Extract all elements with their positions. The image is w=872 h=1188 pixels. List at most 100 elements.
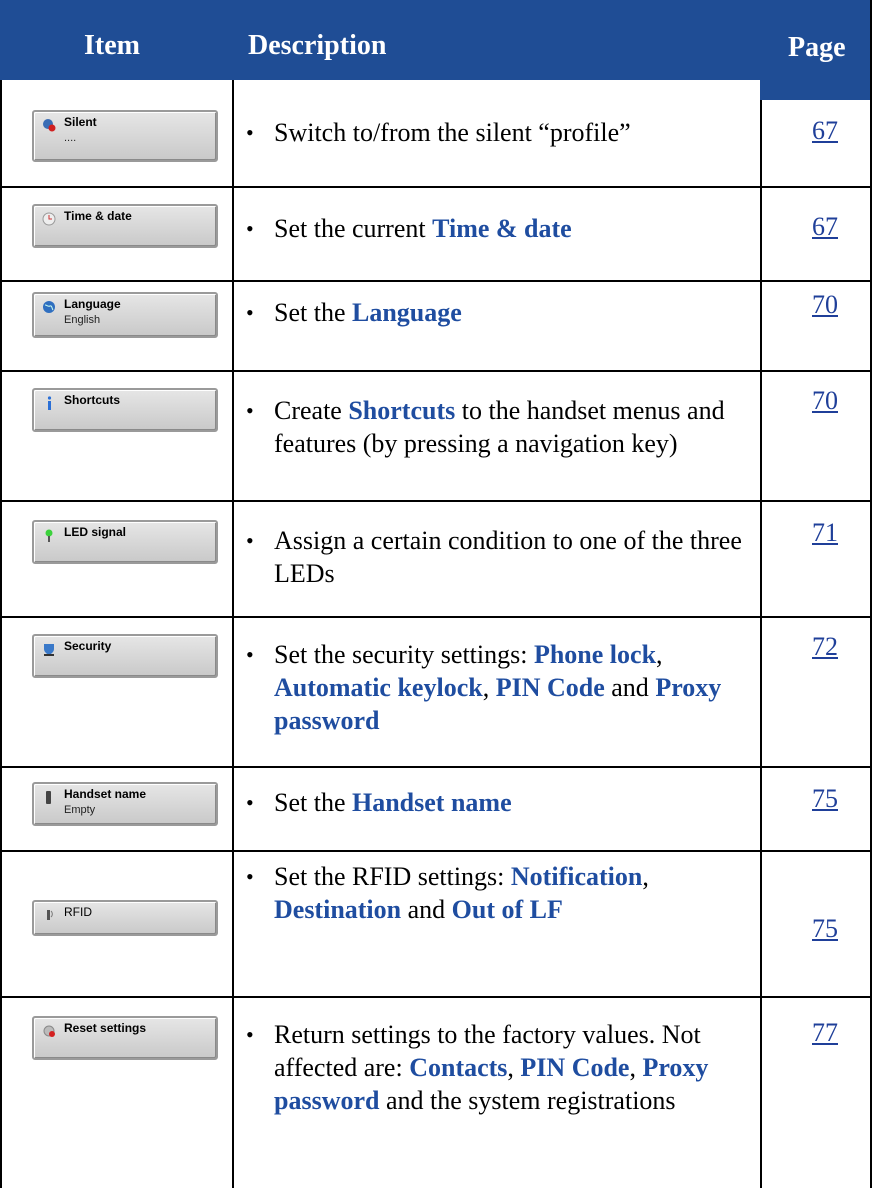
- description-text: Set the: [274, 788, 352, 817]
- description-text: ,: [482, 673, 496, 702]
- description-text: ,: [629, 1053, 643, 1082]
- description-text: Create: [274, 396, 349, 425]
- settings-table: Item Description Page: [0, 0, 872, 1188]
- globe-icon: [42, 300, 56, 314]
- thumbnail-subtitle: Empty: [64, 804, 96, 816]
- row-description: • Set the security settings: Phone lock, …: [246, 638, 752, 737]
- row-description: • Return settings to the factory values. …: [246, 1018, 752, 1117]
- menu-item-thumbnail: Silent....: [32, 110, 218, 162]
- description-text: ,: [507, 1053, 521, 1082]
- bullet-icon: •: [246, 216, 254, 241]
- highlighted-term: Contacts: [409, 1053, 508, 1082]
- highlighted-term: Handset name: [352, 788, 512, 817]
- bullet-icon: •: [246, 1022, 254, 1047]
- thumbnail-title: Reset settings: [64, 1021, 147, 1035]
- rfid-icon: [42, 908, 56, 922]
- col-divider-1: [232, 80, 234, 1188]
- description-text: Set the RFID settings:: [274, 862, 511, 891]
- bullet-icon: •: [246, 642, 254, 667]
- row-description: • Switch to/from the silent “profile”: [246, 116, 752, 149]
- row-description: • Set the RFID settings: Notification, De…: [246, 860, 752, 926]
- page-link[interactable]: 70: [795, 290, 855, 320]
- row-divider: [0, 996, 872, 998]
- clock-icon: [42, 212, 56, 226]
- bullet-icon: •: [246, 864, 254, 889]
- row-divider: [0, 186, 872, 188]
- description-text: and the system registrations: [379, 1086, 676, 1115]
- info-icon: [42, 396, 56, 410]
- menu-item-thumbnail: Security: [32, 634, 218, 678]
- col-divider-2: [760, 100, 762, 1188]
- header-page: Page: [788, 32, 846, 63]
- thumbnail-title: Language: [64, 297, 121, 311]
- row-description: • Create Shortcuts to the handset menus a…: [246, 394, 752, 460]
- header-description: Description: [248, 30, 387, 61]
- row-divider: [0, 280, 872, 282]
- highlighted-term: Notification: [510, 862, 643, 891]
- thumbnail-title: LED signal: [64, 525, 127, 539]
- highlighted-term: Out of LF: [451, 895, 563, 924]
- thumbnail-title: RFID: [64, 905, 92, 919]
- thumbnail-title: Security: [64, 639, 112, 653]
- table-header-page: Page: [760, 0, 872, 100]
- header-item: Item: [84, 30, 140, 61]
- row-description: • Set the Language: [246, 296, 752, 329]
- highlighted-term: Destination: [274, 895, 402, 924]
- description-text: ,: [656, 640, 663, 669]
- row-description: • Set the Handset name: [246, 786, 752, 819]
- bullet-icon: •: [246, 398, 254, 423]
- thumbnail-title: Time & date: [64, 209, 132, 223]
- thumbnail-subtitle: ....: [64, 132, 77, 144]
- highlighted-term: PIN Code: [520, 1053, 630, 1082]
- row-description: • Set the current Time & date: [246, 212, 752, 245]
- bullet-icon: •: [246, 528, 254, 553]
- menu-item-thumbnail: Reset settings: [32, 1016, 218, 1060]
- menu-item-thumbnail: Language English: [32, 292, 218, 338]
- page-link[interactable]: 75: [795, 784, 855, 814]
- highlighted-term: Automatic keylock: [274, 673, 483, 702]
- menu-item-thumbnail: Time & date: [32, 204, 218, 248]
- description-text: Set the current: [274, 214, 433, 243]
- page-link[interactable]: 72: [795, 632, 855, 662]
- description-text: Set the: [274, 298, 352, 327]
- description-text: and: [401, 895, 452, 924]
- row-description: • Assign a certain condition to one of th…: [246, 524, 752, 590]
- thumbnail-title: Handset name: [64, 787, 147, 801]
- left-border-lower: [0, 80, 2, 1188]
- row-divider: [0, 370, 872, 372]
- menu-item-thumbnail: Shortcuts: [32, 388, 218, 432]
- description-text: Set the security settings:: [274, 640, 534, 669]
- page-link[interactable]: 75: [795, 914, 855, 944]
- shield-icon: [42, 642, 56, 656]
- page-link[interactable]: 71: [795, 518, 855, 548]
- handset-icon: [42, 790, 56, 804]
- description-text: Assign a certain condition to one of the…: [274, 526, 742, 588]
- thumbnail-title: Silent: [64, 115, 97, 129]
- table-header: Item Description: [0, 0, 760, 80]
- bullet-icon: •: [246, 120, 254, 145]
- highlighted-term: Shortcuts: [348, 396, 456, 425]
- page-link[interactable]: 77: [795, 1018, 855, 1048]
- description-text: Switch to/from the silent “profile”: [274, 118, 631, 147]
- menu-item-thumbnail: RFID: [32, 900, 218, 936]
- description-text: and: [604, 673, 656, 702]
- highlighted-term: Phone lock: [533, 640, 657, 669]
- menu-item-thumbnail: LED signal: [32, 520, 218, 564]
- highlighted-term: PIN Code: [495, 673, 605, 702]
- description-text: ,: [642, 862, 649, 891]
- highlighted-term: Time & date: [432, 214, 572, 243]
- page-link[interactable]: 67: [795, 212, 855, 242]
- page-link[interactable]: 67: [795, 116, 855, 146]
- row-divider: [0, 616, 872, 618]
- reset-icon: [42, 1024, 56, 1038]
- thumbnail-subtitle: English: [64, 314, 101, 326]
- menu-item-thumbnail: Handset name Empty: [32, 782, 218, 826]
- silent-icon: [42, 118, 56, 132]
- row-divider: [0, 500, 872, 502]
- page-link[interactable]: 70: [795, 386, 855, 416]
- led-icon: [42, 528, 56, 542]
- row-divider: [0, 766, 872, 768]
- bullet-icon: •: [246, 790, 254, 815]
- bullet-icon: •: [246, 300, 254, 325]
- highlighted-term: Language: [352, 298, 462, 327]
